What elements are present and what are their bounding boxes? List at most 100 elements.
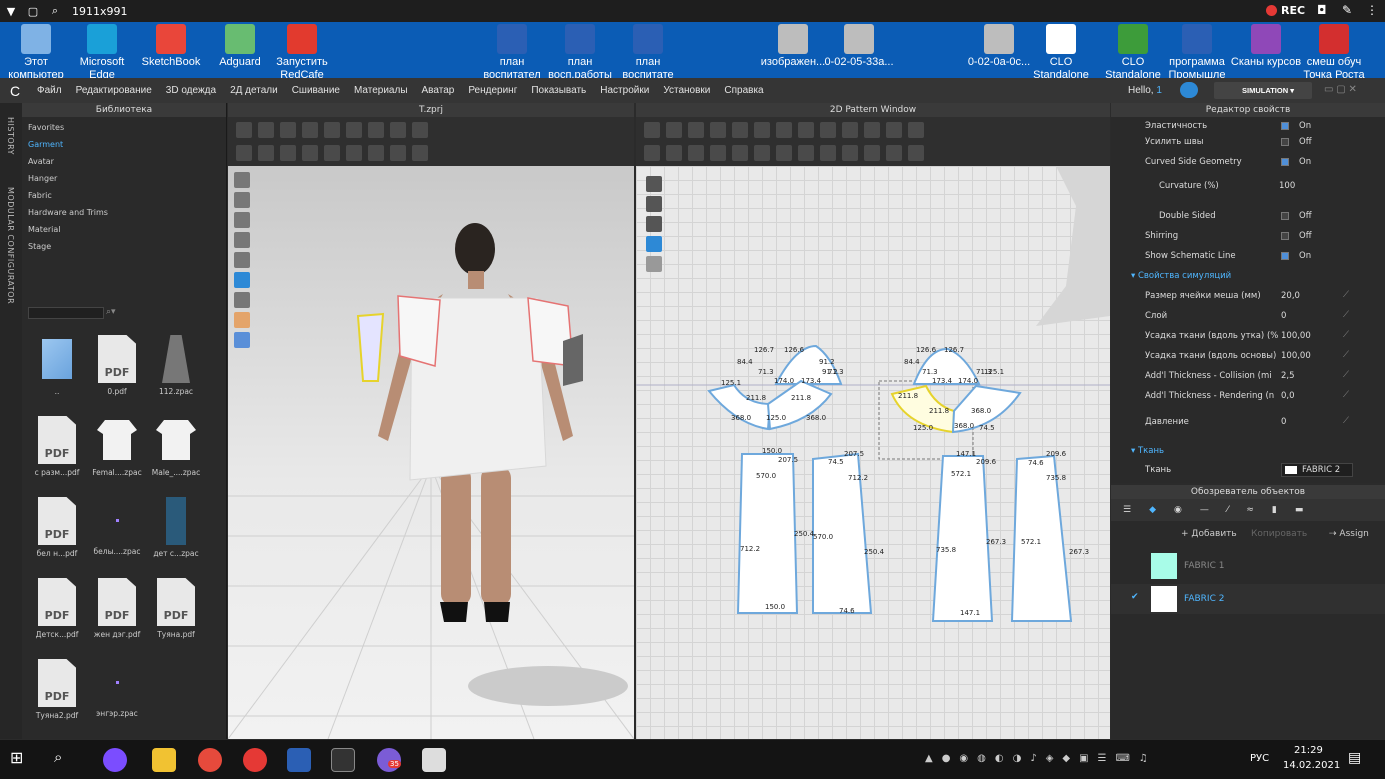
graphic-icon[interactable] (412, 145, 428, 161)
desktop-icon[interactable]: 0-02-05-33а... (823, 22, 895, 69)
seam-icon[interactable] (842, 122, 858, 138)
circle-icon[interactable] (754, 122, 770, 138)
desktop-icon[interactable]: Запустить RedCafe (266, 22, 338, 78)
library-file[interactable]: Male_....zpac (146, 416, 206, 477)
trim-icon[interactable] (302, 145, 318, 161)
display-garment-icon[interactable] (234, 192, 250, 208)
menu-item[interactable]: Сшивание (285, 85, 347, 96)
transform-icon[interactable] (258, 122, 274, 138)
simulation-section-header[interactable]: ▾ Свойства симуляций (1131, 271, 1231, 281)
notch-icon[interactable] (886, 145, 902, 161)
desktop-icon[interactable]: программа Промышле (1161, 22, 1233, 78)
topstitch-icon[interactable] (820, 145, 836, 161)
trace-icon[interactable] (820, 122, 836, 138)
curve-point-icon[interactable] (688, 122, 704, 138)
polygon-icon[interactable] (710, 122, 726, 138)
camera-icon[interactable]: ◘ (1317, 3, 1327, 17)
fabric-tab-icon[interactable]: ◆ (1149, 505, 1156, 515)
text-icon[interactable] (886, 122, 902, 138)
pin-icon[interactable]: ⟋ (1343, 390, 1349, 400)
show-2d-icon[interactable] (646, 176, 662, 192)
library-file[interactable]: PDF бел н...pdf (27, 497, 87, 558)
property-checkbox[interactable] (1281, 212, 1289, 220)
avatar-skin-icon[interactable] (234, 312, 250, 328)
menu-item[interactable]: Установки (656, 85, 717, 96)
hanger-icon[interactable] (234, 292, 250, 308)
desktop-icon[interactable]: план воспитате (612, 22, 684, 78)
desktop-icon[interactable]: CLO Standalone (1025, 22, 1097, 78)
property-checkbox[interactable] (1281, 122, 1289, 130)
library-file[interactable]: PDF жен дэг.pdf (87, 578, 147, 639)
library-item[interactable]: Favorites (22, 119, 226, 136)
desktop-icon[interactable]: план восп.работы (544, 22, 616, 78)
free-sewing-icon[interactable] (688, 145, 704, 161)
puckering-tab-icon[interactable]: ≈ (1246, 505, 1254, 515)
camera-view-icon[interactable] (412, 122, 428, 138)
ruler-icon[interactable] (864, 122, 880, 138)
box-select-icon[interactable] (280, 122, 296, 138)
texture-icon[interactable] (390, 145, 406, 161)
select-move-icon[interactable] (236, 122, 252, 138)
cloud-icon[interactable] (1180, 82, 1198, 98)
show-pattern-icon[interactable] (646, 196, 662, 212)
search-icon[interactable]: ⌕▾ (106, 307, 116, 317)
desktop-icon[interactable]: смеш обуч Точка Роста (1298, 22, 1370, 78)
dark-piece[interactable] (563, 334, 583, 386)
library-item[interactable]: Stage (22, 238, 226, 255)
window-controls[interactable]: ▭ ▢ ✕ (1324, 84, 1357, 95)
search-icon[interactable]: ⌕ (54, 748, 78, 772)
check-sewing-icon[interactable] (710, 145, 726, 161)
pattern-piece-sleeve-left-a[interactable] (707, 383, 772, 431)
fold-arrangement-icon[interactable] (754, 145, 770, 161)
alice-icon[interactable] (103, 748, 127, 772)
sewing-icon[interactable] (644, 145, 660, 161)
fold-icon[interactable] (302, 122, 318, 138)
copy-fabric-button[interactable]: Копировать (1251, 529, 1307, 539)
modular-configurator-tab[interactable]: MODULAR CONFIGURATOR (6, 187, 15, 304)
left-sleeve[interactable] (397, 295, 441, 367)
menu-item[interactable]: Настройки (593, 85, 656, 96)
clock-date[interactable]: 14.02.2021 (1283, 760, 1340, 771)
simulation-value[interactable]: 0 (1281, 311, 1286, 321)
simulation-value[interactable]: 20,0 (1281, 291, 1300, 301)
simulation-mode-select[interactable]: SIMULATION ▾ (1214, 82, 1312, 99)
language-indicator[interactable]: РУС (1250, 753, 1269, 764)
property-value[interactable]: Off (1299, 137, 1312, 147)
property-value[interactable]: On (1299, 121, 1311, 131)
library-file[interactable]: PDF Туяна.pdf (146, 578, 206, 639)
pattern-piece-back-right[interactable] (931, 455, 994, 622)
user-name[interactable]: 1 (1156, 85, 1162, 96)
pin-icon[interactable]: ⟋ (1343, 330, 1349, 340)
rec-label[interactable]: REC (1281, 4, 1305, 17)
property-checkbox[interactable] (1281, 232, 1289, 240)
pin-icon[interactable]: ⟋ (1343, 310, 1349, 320)
piping-icon[interactable] (842, 145, 858, 161)
property-value[interactable]: Off (1299, 211, 1312, 221)
dart-icon[interactable] (798, 122, 814, 138)
menu-item[interactable]: Рендеринг (461, 85, 524, 96)
property-checkbox[interactable] (1281, 252, 1289, 260)
tack-icon[interactable] (346, 122, 362, 138)
buttonhole-tab-icon[interactable]: — (1200, 505, 1209, 515)
internal-polygon-icon[interactable] (776, 122, 792, 138)
info-icon[interactable] (646, 216, 662, 232)
list-icon[interactable]: ☰ (1123, 505, 1131, 515)
trim-tab-icon[interactable]: ▮ (1272, 505, 1277, 515)
clo-icon[interactable] (331, 748, 355, 772)
button-tab-icon[interactable]: ◉ (1174, 505, 1182, 515)
menu-item[interactable]: Справка (717, 85, 770, 96)
texture-view-icon[interactable] (234, 232, 250, 248)
library-file[interactable]: PDF с разм...pdf (27, 416, 87, 477)
environment-icon[interactable] (234, 332, 250, 348)
fabric-display-icon[interactable] (646, 236, 662, 252)
window-icon[interactable]: ▢ (22, 5, 44, 18)
library-file[interactable]: PDF Туяна2.pdf (27, 659, 87, 720)
desktop-icon[interactable]: SketchBook (135, 22, 207, 69)
menu-item[interactable]: 2Д детали (223, 85, 285, 96)
clock-time[interactable]: 21:29 (1294, 745, 1323, 756)
start-icon[interactable]: ⊞ (10, 748, 34, 772)
render-mode-icon[interactable] (234, 212, 250, 228)
zipper-tab-icon[interactable]: ▬ (1295, 505, 1304, 515)
rectangle-icon[interactable] (732, 122, 748, 138)
library-file[interactable]: PDF 0.pdf (87, 335, 147, 396)
